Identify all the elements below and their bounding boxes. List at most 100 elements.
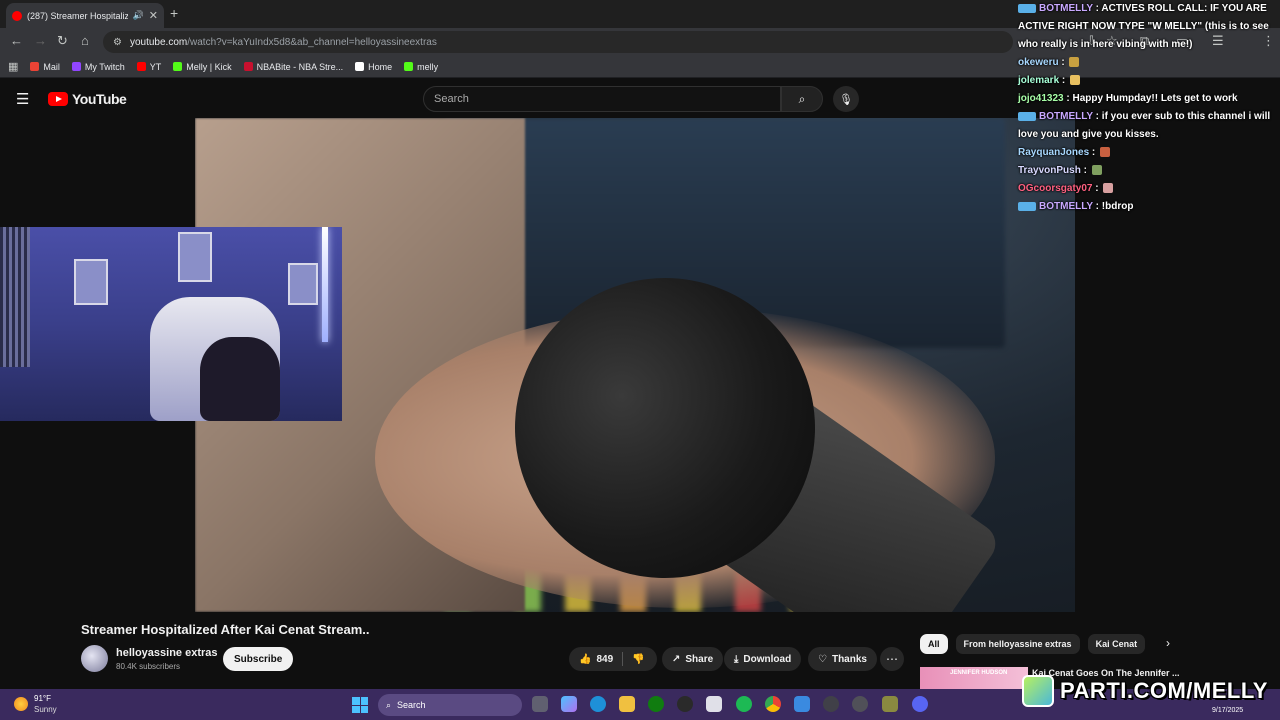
browser-tab[interactable]: (287) Streamer Hospitalized After Kai Ce… [6, 3, 164, 28]
chip-kai-cenat[interactable]: Kai Cenat [1087, 634, 1146, 654]
taskbar-search[interactable]: ⌕ Search [378, 694, 522, 716]
chat-separator: : [1089, 147, 1099, 158]
kick-icon [404, 62, 414, 71]
spotify-icon[interactable] [736, 696, 752, 712]
thumbs-up-icon: 👍 [579, 653, 592, 665]
weather-temp: 91°F [34, 694, 51, 703]
channel-name[interactable]: helloyassine extras [116, 647, 218, 659]
share-icon: ↗ [672, 653, 681, 665]
bookmark-nbabite[interactable]: NBABite - NBA Stre... [243, 62, 343, 72]
weather-condition: Sunny [34, 705, 57, 714]
task-view-icon[interactable] [532, 696, 548, 712]
hamburger-menu-icon[interactable]: ☰ [16, 90, 29, 108]
wall-poster [178, 232, 212, 282]
youtube-logo[interactable]: YouTube [48, 91, 127, 107]
chrome-icon[interactable] [765, 696, 781, 712]
voice-search-button[interactable]: 🎙 [833, 86, 859, 112]
media-player-icon[interactable] [823, 696, 839, 712]
chat-username: BOTMELLY [1039, 111, 1093, 122]
chat-badge-icon [1018, 111, 1036, 121]
chat-badge-icon [1018, 3, 1036, 13]
dislike-button[interactable]: 👎 [632, 654, 644, 665]
github-icon[interactable] [677, 696, 693, 712]
photos-icon[interactable] [794, 696, 810, 712]
parti-brand-text: PARTI.COM/MELLY [1060, 678, 1268, 703]
obs-icon[interactable] [882, 696, 898, 712]
xbox-icon[interactable] [648, 696, 664, 712]
chat-emote-icon [1091, 165, 1102, 176]
chat-emote-icon [1103, 183, 1114, 194]
nba-icon [243, 62, 253, 71]
webcam-blinds [0, 227, 30, 367]
bookmark-melly[interactable]: melly [404, 62, 438, 72]
apps-grid-icon[interactable]: ▦ [8, 60, 18, 73]
chat-message: BOTMELLY : if you ever sub to this chann… [1014, 108, 1280, 144]
weather-widget[interactable]: 91°F Sunny [14, 693, 57, 715]
download-button[interactable]: ⤓ Download [724, 647, 802, 671]
subscribe-button[interactable]: Subscribe [223, 647, 294, 671]
bookmark-mail[interactable]: Mail [30, 62, 60, 72]
new-tab-button[interactable]: + [170, 5, 178, 21]
copilot-icon[interactable] [561, 696, 577, 712]
windows-start-icon[interactable] [352, 697, 368, 713]
wall-poster [288, 263, 318, 305]
led-strip [322, 227, 328, 342]
sun-icon [14, 697, 28, 711]
chat-message: RayquanJones : [1014, 144, 1280, 162]
share-button[interactable]: ↗ Share [662, 647, 724, 671]
chip-all[interactable]: All [920, 634, 948, 654]
youtube-play-icon [48, 92, 68, 106]
subscriber-count: 80.4K subscribers [116, 662, 181, 671]
channel-avatar[interactable] [81, 645, 108, 672]
like-dislike-group: 👍 849 👎 [569, 647, 657, 671]
url-omnibox[interactable]: ⚙ youtube.com/watch?v=kaYuIndx5d8&ab_cha… [103, 31, 1013, 53]
search-input[interactable]: Search [423, 86, 781, 112]
like-button[interactable]: 👍 849 [579, 654, 613, 665]
reload-icon[interactable]: ↻ [57, 33, 68, 49]
discord-icon[interactable] [912, 696, 928, 712]
speaker-icon[interactable]: 🔊 [133, 10, 144, 21]
more-actions-button[interactable]: ⋯ [880, 647, 904, 671]
url-host: youtube.com [129, 36, 188, 48]
chat-emote-icon [1069, 57, 1080, 68]
chat-separator: : [1059, 75, 1069, 86]
chip-from-channel[interactable]: From helloyassine extras [955, 634, 1080, 654]
edge-icon[interactable] [590, 696, 606, 712]
chat-message: BOTMELLY : !bdrop [1014, 198, 1280, 216]
more-horizontal-icon: ⋯ [886, 652, 898, 666]
thanks-button[interactable]: ♡ Thanks [808, 647, 877, 671]
store-icon[interactable] [706, 696, 722, 712]
chat-username: TrayvonPush [1018, 165, 1081, 176]
bookmark-yt[interactable]: YT [136, 62, 161, 72]
chat-separator: : [1092, 183, 1102, 194]
chat-username: BOTMELLY [1039, 3, 1093, 14]
search-button[interactable]: ⌕ [781, 86, 823, 112]
forward-icon[interactable]: → [34, 33, 47, 48]
chat-username: BOTMELLY [1039, 201, 1093, 212]
chat-text: Happy Humpday!! Lets get to work [1072, 93, 1238, 104]
screen: (287) Streamer Hospitalized After Kai Ce… [0, 0, 1280, 720]
chat-separator: : [1092, 201, 1102, 212]
chevron-right-icon[interactable]: › [1166, 636, 1170, 650]
webcam-overlay [0, 227, 342, 421]
search-icon: ⌕ [798, 91, 806, 106]
site-info-icon[interactable]: ⚙ [113, 37, 122, 48]
chat-username: okeweru [1018, 57, 1059, 68]
bookmark-melly-kick[interactable]: Melly | Kick [173, 62, 232, 72]
streamer [200, 337, 280, 421]
back-icon[interactable]: ← [10, 33, 23, 48]
bookmark-home[interactable]: Home [355, 62, 392, 72]
thanks-heart-icon: ♡ [818, 653, 827, 665]
chat-text: !bdrop [1101, 201, 1134, 212]
bookmark-my-twitch[interactable]: My Twitch [71, 62, 125, 72]
chat-message: jojo41323 : Happy Humpday!! Lets get to … [1014, 90, 1280, 108]
tab-close-icon[interactable]: ✕ [149, 9, 158, 22]
file-explorer-icon[interactable] [619, 696, 635, 712]
streaming-app-icon[interactable] [852, 696, 868, 712]
chat-separator: : [1058, 57, 1068, 68]
recommended-thumbnail[interactable]: JENNIFER HUDSON [920, 667, 1028, 689]
home-icon[interactable]: ⌂ [81, 33, 89, 48]
video-title: Streamer Hospitalized After Kai Cenat St… [81, 622, 370, 637]
youtube-favicon-icon [12, 10, 22, 21]
chat-message: TrayvonPush : [1014, 162, 1280, 180]
